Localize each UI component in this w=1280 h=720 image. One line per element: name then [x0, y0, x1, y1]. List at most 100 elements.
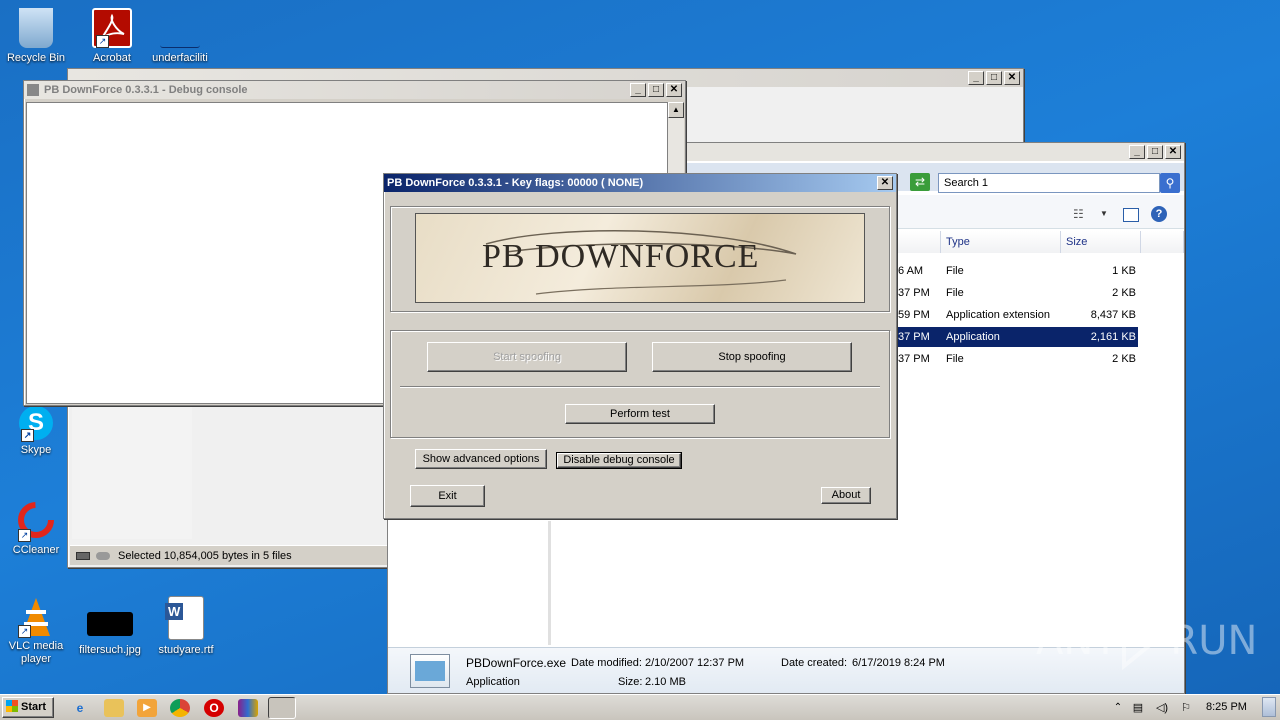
desktop-icon-skype[interactable]: S ↗ Skype: [1, 406, 71, 457]
details-created-value: 6/17/2019 8:24 PM: [852, 657, 945, 669]
table-row[interactable]: 37 PM File 2 KB: [898, 283, 1188, 303]
desktop-icon-filtersuch[interactable]: filtersuch.jpg: [75, 612, 145, 657]
internet-explorer-icon[interactable]: e: [70, 699, 90, 717]
close-button[interactable]: ✕: [1165, 145, 1181, 159]
about-button[interactable]: About: [821, 487, 871, 504]
drive-icon: [76, 551, 90, 560]
disk-icon: [96, 551, 110, 560]
shortcut-arrow-icon: ↗: [18, 625, 31, 638]
close-button[interactable]: ✕: [1004, 71, 1020, 85]
search-input-text: Search 1: [944, 177, 989, 189]
stop-spoofing-button[interactable]: Stop spoofing: [652, 342, 852, 372]
separator: [400, 386, 880, 388]
taskbar: Start e ▶ O ⌃ ▤ ◁) ⚐ 8:25 PM: [0, 694, 1280, 720]
console-titlebar[interactable]: PB DownForce 0.3.3.1 - Debug console _ □…: [24, 81, 685, 99]
table-row[interactable]: 59 PM Application extension 8,437 KB: [898, 305, 1188, 325]
refresh-icon[interactable]: ⇄: [910, 173, 930, 191]
details-created-label: Date created:: [781, 657, 848, 669]
show-hidden-icons-icon[interactable]: ⌃: [1108, 699, 1128, 717]
pb-downforce-dialog[interactable]: PB DownForce 0.3.3.1 - Key flags: 00000 …: [383, 173, 897, 519]
minimize-button[interactable]: _: [968, 71, 984, 85]
network-icon[interactable]: ▤: [1128, 699, 1148, 717]
scroll-up-button[interactable]: ▲: [668, 102, 684, 118]
media-player-icon[interactable]: ▶: [137, 699, 157, 717]
desktop-icon-underfaciliti[interactable]: underfaciliti: [145, 8, 215, 65]
pane-divider[interactable]: [548, 521, 551, 645]
skype-icon: S ↗: [19, 406, 53, 442]
clock[interactable]: 8:25 PM: [1206, 701, 1247, 713]
view-icon[interactable]: ☷: [1073, 207, 1084, 221]
desktop-icon-recycle-bin[interactable]: Recycle Bin: [1, 8, 71, 65]
start-button[interactable]: Start: [2, 697, 54, 718]
banner-title: PB DOWNFORCE: [482, 238, 760, 275]
desktop-icon-label: studyare.rtf: [158, 644, 214, 656]
disable-debug-console-button[interactable]: Disable debug console: [556, 452, 682, 469]
help-icon[interactable]: ?: [1151, 206, 1167, 222]
word-document-icon: W: [165, 596, 204, 640]
desktop-icon-vlc[interactable]: ↗ VLC media player: [1, 596, 71, 666]
desktop-icon-label: VLC media player: [8, 640, 64, 665]
ccleaner-icon: ↗: [16, 500, 56, 542]
maximize-button[interactable]: □: [986, 71, 1002, 85]
table-row[interactable]: 37 PM File 2 KB: [898, 349, 1188, 369]
row-type: Application extension: [946, 309, 1050, 321]
exit-button[interactable]: Exit: [410, 485, 485, 507]
close-button[interactable]: ✕: [877, 176, 893, 190]
volume-icon[interactable]: ◁): [1152, 699, 1172, 717]
chevron-down-icon[interactable]: ▼: [1100, 209, 1108, 218]
windows-logo-icon: [6, 700, 18, 712]
desktop-icon-acrobat[interactable]: ↗ Acrobat: [77, 8, 147, 65]
perform-test-button[interactable]: Perform test: [565, 404, 715, 424]
row-type: File: [946, 287, 964, 299]
row-size: 2 KB: [1112, 353, 1136, 365]
row-type: Application: [946, 331, 1000, 343]
details-kind: Application: [466, 676, 520, 688]
column-header-extra[interactable]: [1141, 231, 1184, 253]
details-modified-label: Date modified:: [571, 657, 642, 669]
table-row-selected[interactable]: 37 PM Application 2,161 KB: [898, 327, 1138, 347]
row-size: 2,161 KB: [1090, 331, 1136, 343]
desktop-icon-label: underfaciliti: [152, 52, 208, 64]
desktop-icon-label: Acrobat: [93, 52, 131, 64]
shortcut-arrow-icon: ↗: [18, 529, 31, 542]
nav-pane: [72, 404, 192, 539]
show-desktop-button[interactable]: [1262, 697, 1276, 717]
column-header-size[interactable]: Size: [1061, 231, 1141, 253]
maximize-button[interactable]: □: [648, 83, 664, 97]
opera-icon[interactable]: O: [204, 699, 224, 717]
shortcut-arrow-icon: ↗: [96, 35, 109, 48]
folder-icon[interactable]: [104, 699, 124, 717]
anyrun-watermark: ANY RUN: [1036, 610, 1257, 670]
dialog-titlebar[interactable]: PB DownForce 0.3.3.1 - Key flags: 00000 …: [384, 174, 896, 192]
close-button[interactable]: ✕: [666, 83, 682, 97]
column-header-date[interactable]: [898, 231, 941, 253]
acrobat-icon: ↗: [92, 8, 132, 48]
details-modified-value: 2/10/2007 12:37 PM: [645, 657, 745, 669]
search-input[interactable]: Search 1: [938, 173, 1160, 193]
action-center-flag-icon[interactable]: ⚐: [1176, 699, 1196, 717]
row-type: File: [946, 353, 964, 365]
preview-pane-icon[interactable]: [1123, 208, 1139, 222]
vlc-icon: ↗: [16, 596, 56, 638]
details-size-label: Size:: [618, 676, 643, 688]
row-time: 37 PM: [898, 287, 930, 299]
recycle-bin-icon: [19, 8, 53, 48]
desktop-icon-label: CCleaner: [12, 544, 60, 556]
pb-downforce-taskbar-icon[interactable]: [268, 697, 296, 719]
desktop-icon-label: Recycle Bin: [6, 52, 66, 64]
row-type: File: [946, 265, 964, 277]
chrome-icon[interactable]: [170, 699, 190, 717]
show-advanced-options-button[interactable]: Show advanced options: [415, 449, 547, 469]
desktop-icon-ccleaner[interactable]: ↗ CCleaner: [1, 500, 71, 557]
file-icon: [160, 8, 200, 48]
start-spoofing-button[interactable]: Start spoofing: [427, 342, 627, 372]
maximize-button[interactable]: □: [1147, 145, 1163, 159]
start-label: Start: [21, 701, 47, 713]
winrar-icon[interactable]: [238, 699, 258, 717]
search-icon[interactable]: ⚲: [1160, 173, 1180, 193]
minimize-button[interactable]: _: [630, 83, 646, 97]
table-row[interactable]: 6 AM File 1 KB: [898, 261, 1188, 281]
column-header-type[interactable]: Type: [941, 231, 1061, 253]
minimize-button[interactable]: _: [1129, 145, 1145, 159]
desktop-icon-studyare[interactable]: W studyare.rtf: [151, 596, 221, 657]
